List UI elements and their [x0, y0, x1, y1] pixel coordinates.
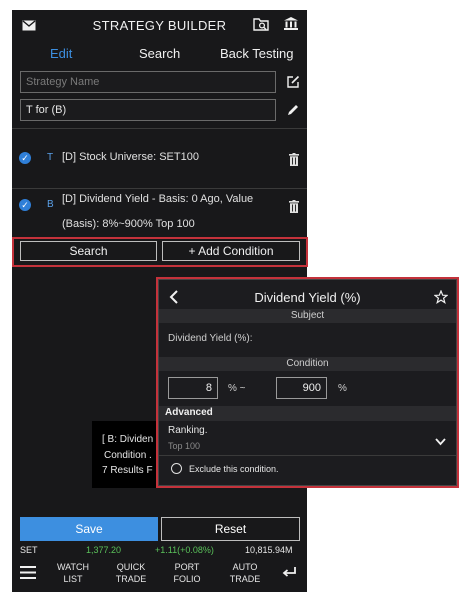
back-arrow-icon[interactable] — [282, 566, 297, 584]
exclude-radio[interactable] — [171, 463, 182, 474]
popup-title: Dividend Yield (%) — [254, 290, 361, 305]
condition-tag: B — [47, 199, 54, 210]
nav-label: TRADE — [229, 574, 261, 584]
min-value-input[interactable]: 8 — [168, 377, 218, 399]
condition-text-detail: (Basis): 8%~900% Top 100 — [62, 218, 195, 230]
tab-search[interactable]: Search — [139, 46, 180, 61]
nav-label: WATCH — [57, 562, 89, 572]
nav-portfolio[interactable]: PORT FOLIO — [164, 561, 210, 585]
save-button[interactable]: Save — [20, 517, 158, 541]
nav-label: AUTO — [232, 562, 258, 572]
nav-label: FOLIO — [173, 574, 201, 584]
tooltip-line: Condition . — [104, 450, 152, 461]
nav-label: PORT — [174, 562, 200, 572]
ranking-label[interactable]: Ranking. — [168, 425, 207, 436]
trash-icon[interactable] — [289, 153, 299, 171]
tab-back-testing[interactable]: Back Testing — [220, 46, 293, 61]
condition-text[interactable]: [D] Stock Universe: SET100 — [62, 151, 199, 163]
menu-icon[interactable] — [20, 566, 36, 584]
tooltip-line: [ B: Dividen — [102, 434, 154, 445]
pencil-icon[interactable] — [286, 103, 300, 122]
nav-auto-trade[interactable]: AUTO TRADE — [222, 561, 268, 585]
edit-note-icon[interactable] — [286, 75, 300, 94]
nav-label: TRADE — [115, 574, 147, 584]
condition-tag: T — [47, 152, 54, 163]
trash-icon[interactable] — [289, 200, 299, 218]
chevron-down-icon[interactable] — [435, 433, 446, 451]
bank-icon[interactable] — [283, 16, 299, 36]
nav-label: QUICK — [116, 562, 146, 572]
nav-quick-trade[interactable]: QUICK TRADE — [108, 561, 154, 585]
reset-button[interactable]: Reset — [161, 517, 300, 541]
advanced-label: Advanced — [165, 407, 213, 418]
divider — [12, 128, 307, 129]
nav-label: LIST — [63, 574, 83, 584]
strategy-name-input[interactable]: Strategy Name — [20, 71, 276, 93]
folder-search-icon[interactable] — [253, 17, 269, 36]
ticker-price: 1,377.20 — [86, 545, 122, 555]
check-icon[interactable]: ✓ — [19, 199, 31, 211]
condition-text[interactable]: [D] Dividend Yield - Basis: 0 Ago, Value — [62, 193, 253, 205]
results-tooltip: [ B: Dividen Condition . 7 Results F — [92, 421, 162, 488]
exclude-label: Exclude this condition. — [189, 464, 279, 474]
star-icon[interactable] — [433, 289, 449, 309]
divider — [159, 455, 456, 456]
tab-edit[interactable]: Edit — [50, 46, 72, 61]
ranking-value: Top 100 — [168, 441, 201, 451]
divider — [12, 188, 307, 189]
ticker-volume: 10,815.94M — [245, 545, 293, 555]
condition-popup: Dividend Yield (%) Subject Dividend Yiel… — [158, 279, 457, 486]
max-unit: % — [338, 383, 347, 394]
tooltip-line: 7 Results F — [102, 465, 153, 476]
max-value-input[interactable]: 900 — [276, 377, 327, 399]
nav-watch-list[interactable]: WATCH LIST — [50, 561, 96, 585]
condition-header: Condition — [159, 357, 456, 371]
range-separator: % ~ — [228, 383, 246, 394]
formula-input[interactable]: T for (B) — [20, 99, 276, 121]
ticker-change: +1.11(+0.08%) — [155, 545, 214, 555]
highlight-frame — [12, 237, 308, 267]
ticker-symbol: SET — [20, 545, 38, 555]
subject-header: Subject — [159, 309, 456, 323]
check-icon[interactable]: ✓ — [19, 152, 31, 164]
subject-label: Dividend Yield (%): — [168, 333, 253, 344]
